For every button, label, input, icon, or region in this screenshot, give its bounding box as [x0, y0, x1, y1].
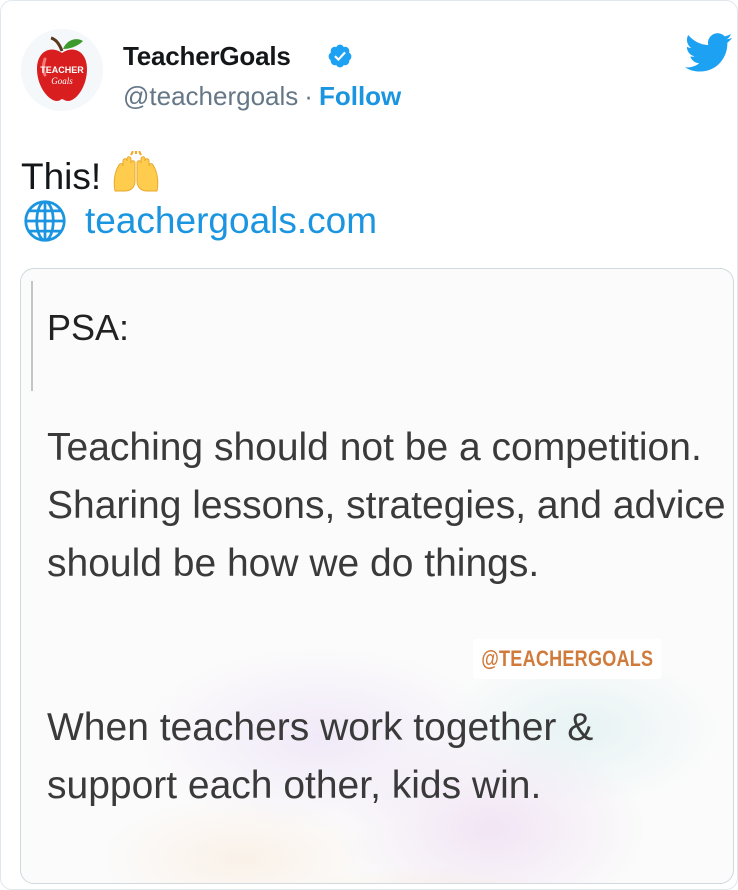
psa-paragraph-2-text: When teachers work together & support ea…	[47, 706, 594, 807]
globe-icon	[24, 200, 66, 242]
separator-dot: ·	[304, 81, 313, 111]
author-handle[interactable]: @teachergoals	[123, 81, 298, 111]
avatar[interactable]: TEACHER Goals	[21, 29, 103, 111]
psa-paragraph-2: When teachers work together & support ea…	[47, 699, 727, 815]
follow-link[interactable]: Follow	[319, 81, 401, 111]
psa-paragraph-1-text: Teaching should not be a competition. Sh…	[47, 426, 726, 585]
psa-paragraph-1: Teaching should not be a competition. Sh…	[47, 419, 727, 593]
avatar-text-top: TEACHER	[40, 65, 84, 75]
watermark-label: @TEACHERGOALS	[473, 639, 662, 679]
author-display-name[interactable]: TeacherGoals	[123, 41, 291, 72]
tweet-card: TEACHER Goals TeacherGoals @teachergoals…	[0, 0, 738, 890]
author-handle-line: @teachergoals · Follow	[123, 81, 401, 112]
media-image[interactable]: PSA: Teaching should not be a competitio…	[20, 268, 734, 884]
psa-title: PSA:	[47, 307, 130, 348]
verified-badge-icon	[328, 44, 352, 68]
quote-bar	[31, 281, 33, 391]
avatar-text-bottom: Goals	[51, 76, 73, 86]
twitter-bird-icon[interactable]	[685, 33, 733, 73]
link-row[interactable]: teachergoals.com	[21, 199, 377, 243]
tweet-text: This!	[21, 150, 161, 203]
tweet-text-content: This!	[21, 156, 102, 197]
tweet-link[interactable]: teachergoals.com	[85, 200, 377, 242]
apple-logo-icon: TEACHER Goals	[21, 29, 103, 111]
raising-hands-icon	[111, 150, 161, 203]
